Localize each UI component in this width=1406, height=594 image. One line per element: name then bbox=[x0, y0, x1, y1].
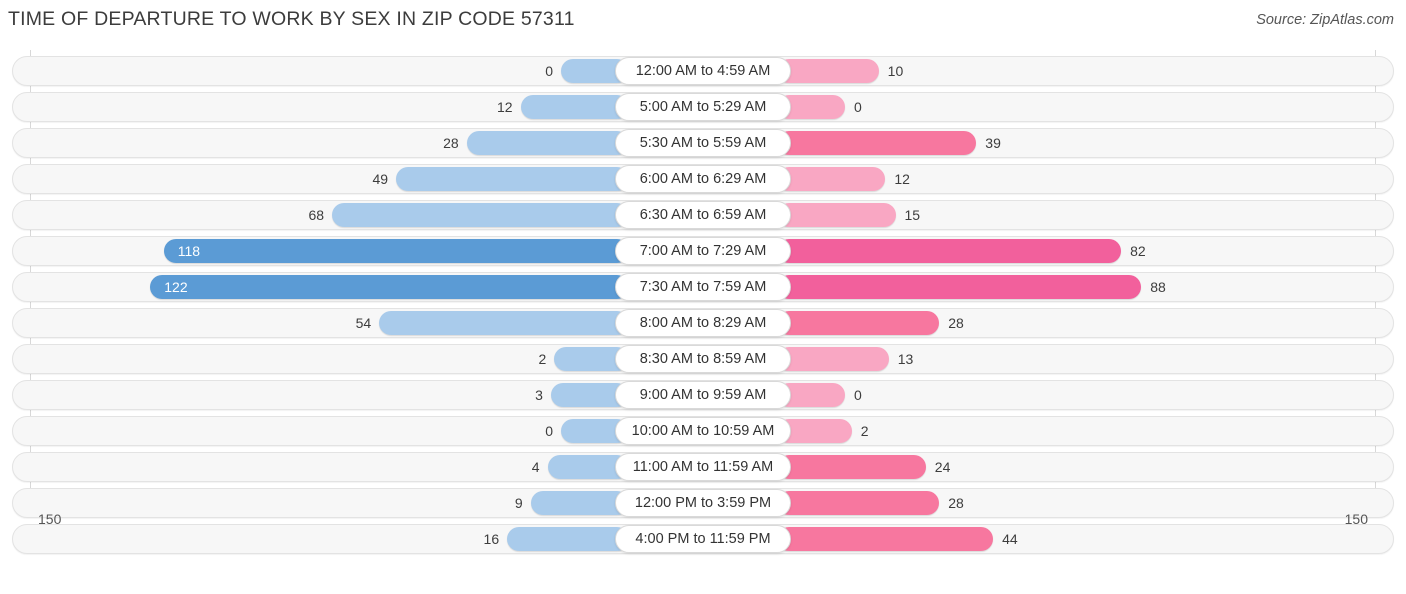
bar-value-male: 122 bbox=[164, 279, 188, 295]
row-bars: 0 10 12:00 AM to 4:59 AM bbox=[0, 56, 1406, 86]
bar-value-female: 24 bbox=[934, 459, 951, 475]
bar-female[interactable] bbox=[777, 275, 1142, 299]
bar-value-female: 88 bbox=[1150, 279, 1166, 295]
row-bars: 12 0 5:00 AM to 5:29 AM bbox=[0, 92, 1406, 122]
row-bars: 49 12 6:00 AM to 6:29 AM bbox=[0, 164, 1406, 194]
bar-value-male: 4 bbox=[531, 459, 540, 475]
bar-value-female: 28 bbox=[948, 315, 964, 331]
chart-plot-area: 0 10 12:00 AM to 4:59 AM 12 0 5:00 AM to 5:29… bbox=[0, 50, 1406, 555]
bar-value-female: 39 bbox=[985, 135, 1001, 151]
category-label-pill[interactable]: 6:00 AM to 6:29 AM bbox=[615, 165, 791, 193]
bar-male[interactable] bbox=[520, 95, 629, 119]
bar-value-male: 118 bbox=[177, 243, 201, 259]
bar-value-male: 9 bbox=[514, 495, 523, 511]
category-label-pill[interactable]: 4:00 PM to 11:59 PM bbox=[615, 525, 791, 553]
bar-female[interactable] bbox=[777, 455, 926, 479]
bar-male[interactable] bbox=[379, 311, 629, 335]
row-bars: 3 0 9:00 AM to 9:59 AM bbox=[0, 380, 1406, 410]
bar-value-male: 28 bbox=[443, 135, 459, 151]
bar-value-male: 3 bbox=[535, 387, 543, 403]
bar-value-female: 2 bbox=[860, 423, 869, 439]
row-bars: 2 13 8:30 AM to 8:59 AM bbox=[0, 344, 1406, 374]
bar-value-male: 49 bbox=[372, 171, 389, 187]
category-label-pill[interactable]: 9:00 AM to 9:59 AM bbox=[615, 381, 791, 409]
bar-value-female: 13 bbox=[897, 351, 914, 367]
page-title: TIME OF DEPARTURE TO WORK BY SEX IN ZIP … bbox=[8, 8, 575, 30]
bar-male[interactable] bbox=[150, 275, 629, 299]
category-label-pill[interactable]: 12:00 PM to 3:59 PM bbox=[615, 489, 791, 517]
bar-value-male: 0 bbox=[545, 423, 553, 439]
category-label-pill[interactable]: 5:00 AM to 5:29 AM bbox=[615, 93, 791, 121]
row-bars: 118 82 7:00 AM to 7:29 AM bbox=[0, 236, 1406, 266]
category-label-pill[interactable]: 8:30 AM to 8:59 AM bbox=[615, 345, 791, 373]
category-label-pill[interactable]: 11:00 AM to 11:59 AM bbox=[615, 453, 791, 481]
source-attribution: Source: ZipAtlas.com bbox=[1256, 12, 1394, 28]
bar-female[interactable] bbox=[777, 347, 889, 371]
category-label-pill[interactable]: 10:00 AM to 10:59 AM bbox=[615, 417, 791, 445]
bar-male[interactable] bbox=[332, 203, 629, 227]
bar-value-female: 10 bbox=[887, 63, 904, 79]
bar-value-female: 0 bbox=[854, 387, 862, 403]
bar-female[interactable] bbox=[777, 131, 977, 155]
bar-value-male: 0 bbox=[545, 63, 553, 79]
category-label-pill[interactable]: 12:00 AM to 4:59 AM bbox=[615, 57, 791, 85]
bar-value-male: 54 bbox=[355, 315, 372, 331]
row-bars: 54 28 8:00 AM to 8:29 AM bbox=[0, 308, 1406, 338]
category-label-pill[interactable]: 6:30 AM to 6:59 AM bbox=[615, 201, 791, 229]
chart-page: TIME OF DEPARTURE TO WORK BY SEX IN ZIP … bbox=[0, 0, 1406, 594]
bar-female[interactable] bbox=[777, 239, 1122, 263]
bar-male[interactable] bbox=[396, 167, 629, 191]
bar-male[interactable] bbox=[466, 131, 629, 155]
row-bars: 122 88 7:30 AM to 7:59 AM bbox=[0, 272, 1406, 302]
category-label-pill[interactable]: 5:30 AM to 5:59 AM bbox=[615, 129, 791, 157]
bar-value-female: 28 bbox=[948, 495, 964, 511]
row-bars: 68 15 6:30 AM to 6:59 AM bbox=[0, 200, 1406, 230]
bar-female[interactable] bbox=[777, 311, 940, 335]
bar-female[interactable] bbox=[777, 167, 886, 191]
bar-female[interactable] bbox=[777, 59, 879, 83]
bar-value-female: 0 bbox=[854, 99, 862, 115]
row-bars: 4 24 11:00 AM to 11:59 AM bbox=[0, 452, 1406, 482]
row-bars: 0 2 10:00 AM to 10:59 AM bbox=[0, 416, 1406, 446]
category-label-pill[interactable]: 7:00 AM to 7:29 AM bbox=[615, 237, 791, 265]
bar-value-male: 68 bbox=[308, 207, 325, 223]
bar-male[interactable] bbox=[163, 239, 629, 263]
bar-value-male: 12 bbox=[497, 99, 513, 115]
bar-female[interactable] bbox=[777, 491, 940, 515]
bar-female[interactable] bbox=[777, 203, 896, 227]
bar-value-female: 12 bbox=[894, 171, 910, 187]
row-bars: 28 39 5:30 AM to 5:59 AM bbox=[0, 128, 1406, 158]
category-label-pill[interactable]: 7:30 AM to 7:59 AM bbox=[615, 273, 791, 301]
category-label-pill[interactable]: 8:00 AM to 8:29 AM bbox=[615, 309, 791, 337]
bar-value-female: 82 bbox=[1130, 243, 1146, 259]
bar-value-female: 15 bbox=[904, 207, 921, 223]
row-bars: 9 28 12:00 PM to 3:59 PM bbox=[0, 488, 1406, 518]
bar-value-male: 2 bbox=[538, 351, 547, 367]
